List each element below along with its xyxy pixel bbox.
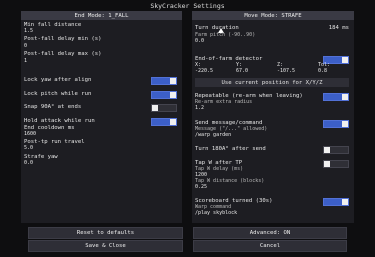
hold-attack-toggle[interactable] — [151, 118, 177, 126]
post-fall-max-label: Post-fall delay max (s) — [24, 51, 102, 57]
lock-pitch-toggle[interactable] — [151, 91, 177, 99]
tol-field[interactable]: 0.8 — [318, 68, 327, 74]
right-panel: Move Mode: STRAFE Turn duration 184 ms F… — [192, 11, 354, 223]
post-fall-min-label: Post-fall delay min (s) — [24, 36, 102, 42]
end-mode-header[interactable]: End Mode: 1_FALL — [21, 11, 182, 20]
use-current-position-button[interactable]: Use current position for X/Y/Z — [195, 78, 349, 87]
cancel-button[interactable]: Cancel — [193, 240, 347, 252]
turn-duration-ms: 184 ms — [328, 25, 349, 31]
lock-yaw-toggle[interactable] — [151, 77, 177, 85]
post-tp-field[interactable]: 5.0 — [24, 145, 33, 151]
repeatable-toggle[interactable] — [323, 93, 349, 101]
tap-w-distance-field[interactable]: 0.25 — [195, 184, 207, 190]
z-field[interactable]: -107.5 — [277, 68, 295, 74]
farm-pitch-field[interactable]: 0.0 — [195, 38, 204, 44]
hold-attack-label: Hold attack while run — [24, 118, 95, 124]
save-close-button[interactable]: Save & Close — [28, 240, 183, 252]
snap-90-label: Snap 90A° at ends — [24, 104, 82, 110]
end-cooldown-field[interactable]: 1600 — [24, 131, 36, 137]
window-title: SkyCracker Settings — [150, 2, 225, 10]
farm-pitch-label: Farm pitch (-90..90) — [195, 32, 256, 38]
snap-90-toggle[interactable] — [151, 104, 177, 112]
turn-duration-label: Turn duration — [195, 25, 239, 31]
left-panel: End Mode: 1_FALL Min fall distance 1.5 P… — [21, 11, 182, 223]
tap-w-toggle[interactable] — [323, 160, 349, 168]
min-fall-field[interactable]: 1.5 — [24, 28, 33, 34]
post-fall-max-field[interactable]: 1 — [24, 58, 27, 64]
turn-180-toggle[interactable] — [323, 146, 349, 154]
warp-command-field[interactable]: /play skyblock — [195, 210, 237, 216]
turn-180-label: Turn 180A° after send — [195, 146, 266, 152]
post-tp-label: Post-tp run travel — [24, 139, 85, 145]
end-detector-label: End-of-farm detector — [195, 56, 263, 62]
lock-yaw-label: Lock yaw after align — [24, 77, 92, 83]
send-message-toggle[interactable] — [323, 120, 349, 128]
lock-pitch-label: Lock pitch while run — [24, 91, 92, 97]
move-mode-header[interactable]: Move Mode: STRAFE — [192, 11, 354, 20]
reset-defaults-button[interactable]: Reset to defaults — [28, 227, 183, 239]
message-field[interactable]: /warp garden — [195, 132, 231, 138]
advanced-toggle-button[interactable]: Advanced: ON — [193, 227, 347, 239]
x-field[interactable]: -220.5 — [195, 68, 213, 74]
rearm-radius-field[interactable]: 1.2 — [195, 105, 204, 111]
strafe-yaw-field[interactable]: 0.0 — [24, 160, 33, 166]
y-field[interactable]: 67.0 — [236, 68, 248, 74]
post-fall-min-field[interactable]: 0 — [24, 43, 27, 49]
scoreboard-toggle[interactable] — [323, 198, 349, 206]
